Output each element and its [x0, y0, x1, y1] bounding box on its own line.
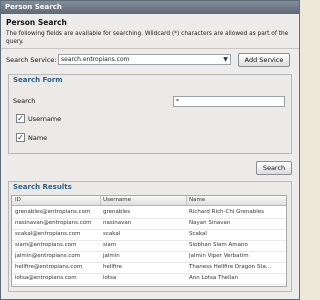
cell-id: grenables@entropians.com — [15, 209, 91, 215]
cell-username: grenables — [103, 209, 131, 215]
cell-id: nasinavan@entropians.com — [15, 220, 92, 226]
cell-name: Siobhan Siam Amano — [189, 242, 248, 248]
divider — [1, 48, 299, 49]
search-description: The following fields are available for s… — [6, 31, 289, 45]
search-button[interactable]: Search — [256, 161, 292, 175]
window-title: Person Search — [1, 1, 299, 14]
person-search-window: Person Search Person Search The followin… — [0, 0, 300, 300]
cell-name: Nayan Sinavan — [189, 220, 231, 226]
column-divider — [186, 196, 187, 205]
cell-username: lotsa — [103, 275, 117, 281]
search-service-label: Search Service: — [6, 56, 57, 64]
cell-name: Thaness Hellfire Dragon Sta... — [189, 264, 272, 270]
search-results-title: Search Results — [13, 183, 72, 191]
cell-username: hellfire — [103, 264, 122, 270]
cell-username: jalmin — [103, 253, 120, 259]
cell-name: Ann Lotsa Thellan — [189, 275, 239, 281]
cell-name: Richard Rich-Chi Grenables — [189, 209, 264, 215]
cell-id: lotsa@entropians.com — [15, 275, 77, 281]
search-service-select[interactable]: search.entropians.com ▼ — [58, 54, 231, 65]
search-label: Search — [13, 97, 36, 105]
table-row[interactable]: lotsa@entropians.com lotsa Ann Lotsa The… — [12, 273, 286, 285]
cell-username: scakal — [103, 231, 121, 237]
cell-name: Scakal — [189, 231, 207, 237]
column-divider — [100, 196, 101, 205]
cell-id: scakal@entropians.com — [15, 231, 81, 237]
search-input[interactable]: * — [173, 96, 285, 107]
column-header-id[interactable]: ID — [15, 197, 99, 203]
cell-id: hellfire@entropians.com — [15, 264, 83, 270]
username-checkbox[interactable]: ✓ — [16, 114, 25, 123]
search-form-title: Search Form — [13, 76, 63, 84]
name-checkbox[interactable]: ✓ — [16, 133, 25, 142]
cell-username: siam — [103, 242, 117, 248]
search-service-value: search.entropians.com — [61, 56, 130, 63]
column-header-name[interactable]: Name — [189, 197, 284, 203]
cell-name: Jalmin Viper Verbatim — [189, 253, 249, 259]
add-service-button[interactable]: Add Service — [238, 53, 290, 67]
name-checkbox-label: Name — [28, 134, 48, 142]
chevron-down-icon[interactable]: ▼ — [221, 55, 230, 64]
cell-id: jalmin@entropians.com — [15, 253, 81, 259]
search-form-panel: Search Form — [8, 74, 292, 154]
username-checkbox-label: Username — [28, 115, 62, 123]
results-table-header: ID Username Name — [12, 196, 286, 206]
cell-username: nasinavan — [103, 220, 132, 226]
cell-id: siam@entropians.com — [15, 242, 77, 248]
results-table: ID Username Name grenables@entropians.co… — [11, 195, 287, 287]
page-title: Person Search — [6, 18, 67, 27]
column-header-username[interactable]: Username — [103, 197, 185, 203]
